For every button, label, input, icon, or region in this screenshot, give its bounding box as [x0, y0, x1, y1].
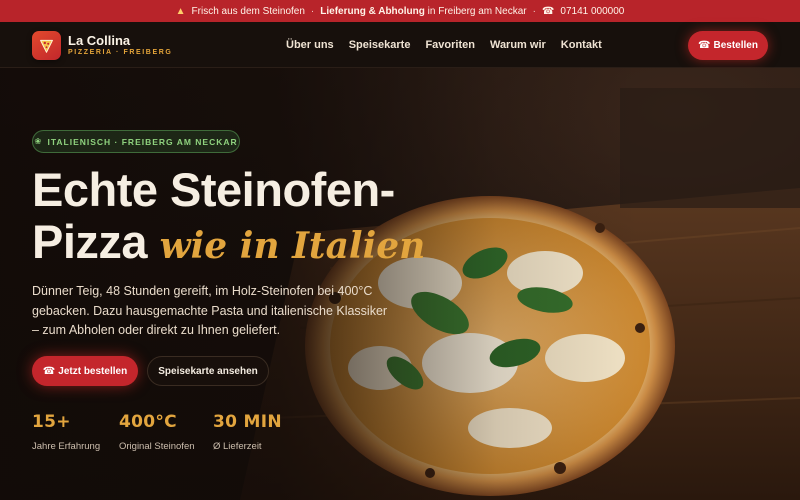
brand-name[interactable]: La Collina — [68, 33, 130, 48]
order-now-label: Jetzt bestellen — [58, 365, 128, 377]
hero-headline: Echte Steinofen- Pizza wie in Italien — [32, 164, 472, 272]
stat-oven: 400°C Original Steinofen — [119, 412, 195, 452]
announcement-bar: ▲ Frisch aus dem Steinofen · Lieferung &… — [0, 0, 800, 22]
main-navigation: La Collina PIZZERIA · FREIBERG Über uns … — [0, 22, 800, 68]
view-menu-label: Speisekarte ansehen — [158, 365, 258, 377]
cuisine-tag-label: ITALIENISCH · FREIBERG AM NECKAR — [47, 136, 238, 147]
separator-dot: · — [310, 5, 315, 17]
topbar-delivery-bold: Lieferung & Abholung — [320, 5, 425, 17]
headline-accent: wie in Italien — [159, 225, 426, 267]
stat-value: 30 MIN — [213, 412, 282, 432]
phone-icon: ☎ — [541, 5, 555, 17]
separator-dot: · — [532, 5, 536, 17]
leaf-icon: ❀ — [34, 136, 43, 146]
stat-experience: 15+ Jahre Erfahrung — [32, 412, 100, 452]
topbar-delivery-rest: in Freiberg am Neckar — [427, 5, 527, 17]
stat-label: Jahre Erfahrung — [32, 441, 101, 452]
stat-delivery-time: 30 MIN Ø Lieferzeit — [213, 412, 282, 452]
phone-icon: ☎ — [42, 365, 56, 377]
topbar-fresh-text: Frisch aus dem Steinofen — [191, 5, 305, 17]
pizza-slice-icon[interactable] — [32, 31, 61, 60]
stat-value: 15+ — [32, 412, 71, 432]
nav-link-ueber-uns[interactable]: Über uns — [286, 39, 334, 51]
nav-link-favoriten[interactable]: Favoriten — [425, 39, 475, 51]
order-now-button[interactable]: ☎ Jetzt bestellen — [32, 356, 138, 386]
stat-label: Ø Lieferzeit — [213, 441, 262, 452]
stat-value: 400°C — [119, 412, 177, 432]
nav-link-warum-wir[interactable]: Warum wir — [490, 39, 546, 51]
hero-section: ❀ ITALIENISCH · FREIBERG AM NECKAR Echte… — [0, 68, 800, 500]
nav-link-speisekarte[interactable]: Speisekarte — [349, 39, 411, 51]
view-menu-button[interactable]: Speisekarte ansehen — [147, 356, 269, 386]
headline-line-1: Echte Steinofen- — [32, 163, 395, 216]
stat-label: Original Steinofen — [119, 441, 195, 452]
cuisine-tag: ❀ ITALIENISCH · FREIBERG AM NECKAR — [32, 130, 240, 153]
nav-link-kontakt[interactable]: Kontakt — [561, 39, 602, 51]
hero-description: Dünner Teig, 48 Stunden gereift, im Holz… — [32, 284, 388, 337]
flame-icon: ▲ — [175, 5, 186, 17]
phone-icon: ☎ — [698, 40, 711, 51]
nav-links: Über uns Speisekarte Favoriten Warum wir… — [286, 22, 602, 68]
headline-line-2: Pizza — [32, 215, 148, 268]
topbar-delivery: Lieferung & Abholung in Freiberg am Neck… — [320, 6, 526, 17]
brand-subtitle: PIZZERIA · FREIBERG — [68, 49, 173, 56]
topbar-phone-number[interactable]: 07141 000000 — [560, 6, 624, 17]
order-button[interactable]: ☎ Bestellen — [688, 31, 768, 60]
order-button-label: Bestellen — [713, 40, 758, 51]
